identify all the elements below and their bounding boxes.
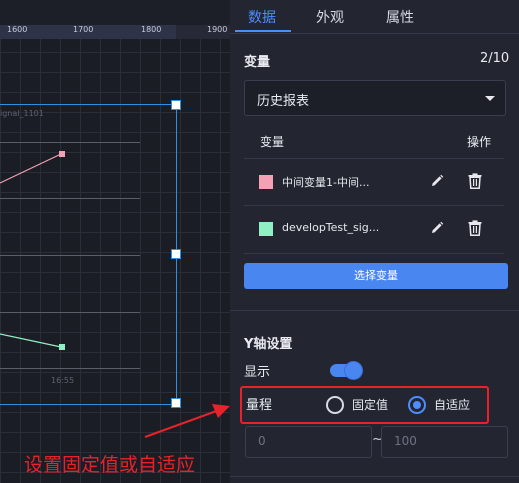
- annotation-arrow-icon: [144, 404, 230, 438]
- annotation-text: 设置固定值或自适应: [24, 454, 196, 476]
